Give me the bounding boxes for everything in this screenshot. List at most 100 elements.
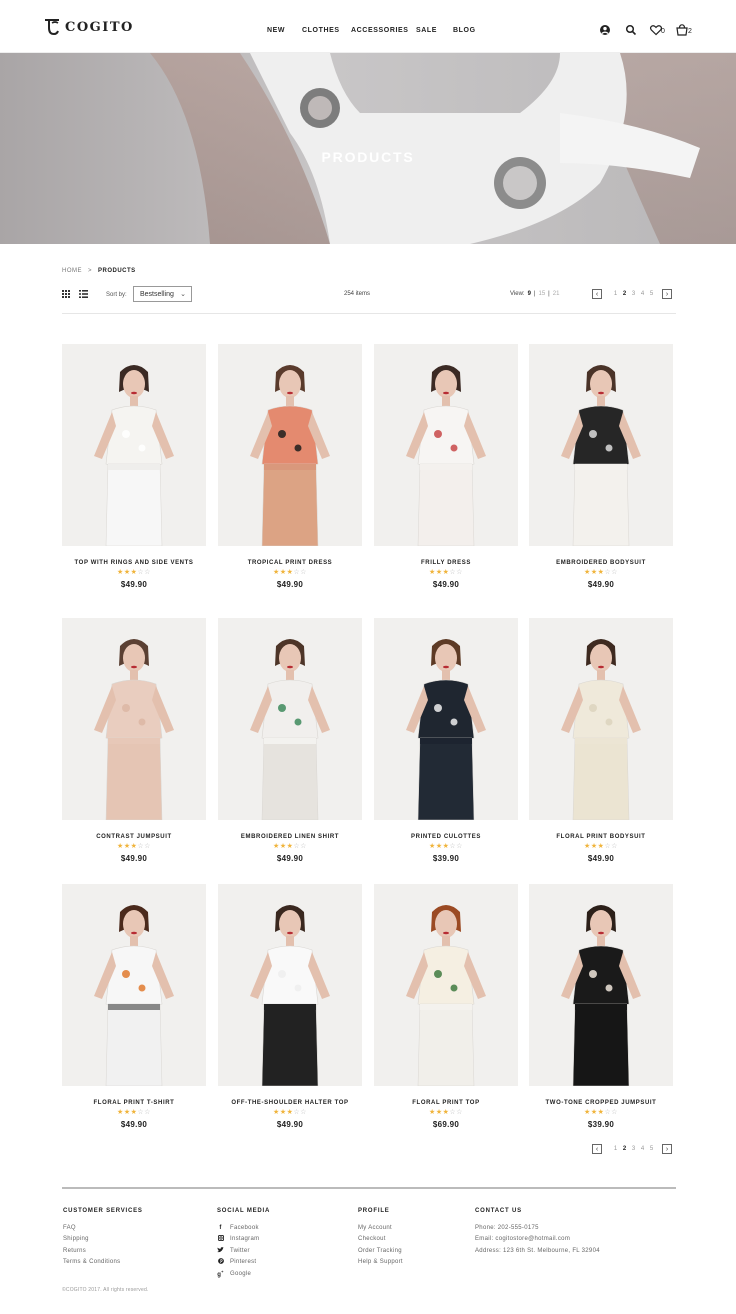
- breadcrumb-separator: >: [88, 268, 93, 274]
- sort-value: Bestselling: [140, 291, 174, 298]
- product-card[interactable]: OFF-THE-SHOULDER HALTER TOP ★★★☆☆ $49.90: [218, 884, 362, 1129]
- breadcrumb-home[interactable]: HOME: [62, 268, 82, 274]
- product-card[interactable]: FLORAL PRINT T-SHIRT ★★★☆☆ $49.90: [62, 884, 206, 1129]
- contact-email[interactable]: Email: cogitostore@hotmail.com: [475, 1234, 600, 1246]
- product-name[interactable]: TWO-TONE CROPPED JUMPSUIT: [529, 1100, 673, 1106]
- product-card[interactable]: CONTRAST JUMPSUIT ★★★☆☆ $49.90: [62, 618, 206, 863]
- nav-item-new[interactable]: NEW: [267, 27, 285, 34]
- footer-link-instagram[interactable]: Instagram: [217, 1234, 270, 1246]
- page-3[interactable]: 3: [629, 291, 638, 297]
- page-5[interactable]: 5: [647, 1146, 656, 1152]
- page-5[interactable]: 5: [647, 291, 656, 297]
- product-card[interactable]: TWO-TONE CROPPED JUMPSUIT ★★★☆☆ $39.90: [529, 884, 673, 1129]
- product-card[interactable]: TOP WITH RINGS AND SIDE VENTS ★★★☆☆ $49.90: [62, 344, 206, 589]
- nav-item-blog[interactable]: BLOG: [453, 27, 476, 34]
- product-image[interactable]: [218, 884, 362, 1086]
- grid-view-icon[interactable]: [62, 290, 70, 298]
- logo[interactable]: COGITO: [44, 18, 134, 36]
- account-icon[interactable]: [598, 23, 612, 37]
- product-name[interactable]: FRILLY DRESS: [374, 560, 518, 566]
- product-name[interactable]: EMBROIDERED LINEN SHIRT: [218, 834, 362, 840]
- product-card[interactable]: PRINTED CULOTTES ★★★☆☆ $39.90: [374, 618, 518, 863]
- product-rating: ★★★☆☆: [529, 843, 673, 851]
- footer-link-checkout[interactable]: Checkout: [358, 1234, 403, 1246]
- product-image[interactable]: [218, 618, 362, 820]
- next-page-button[interactable]: ›: [662, 289, 672, 299]
- product-rating: ★★★☆☆: [218, 569, 362, 577]
- page-1[interactable]: 1: [611, 291, 620, 297]
- page-2[interactable]: 2: [620, 1146, 629, 1152]
- footer-link-label: Facebook: [230, 1224, 259, 1231]
- search-icon[interactable]: [624, 23, 638, 37]
- page-4[interactable]: 4: [638, 291, 647, 297]
- footer-link-returns[interactable]: Returns: [63, 1245, 143, 1257]
- product-card[interactable]: FLORAL PRINT BODYSUIT ★★★☆☆ $49.90: [529, 618, 673, 863]
- product-card[interactable]: FLORAL PRINT TOP ★★★☆☆ $69.90: [374, 884, 518, 1129]
- view-option-9[interactable]: 9: [528, 291, 531, 297]
- footer-link-terms[interactable]: Terms & Conditions: [63, 1257, 143, 1269]
- product-name[interactable]: FLORAL PRINT BODYSUIT: [529, 834, 673, 840]
- list-view-icon[interactable]: [79, 290, 88, 298]
- view-option-21[interactable]: 21: [553, 291, 560, 297]
- cart-bag-icon[interactable]: [675, 23, 689, 37]
- product-name[interactable]: FLORAL PRINT TOP: [374, 1100, 518, 1106]
- product-card[interactable]: EMBROIDERED LINEN SHIRT ★★★☆☆ $49.90: [218, 618, 362, 863]
- product-card[interactable]: TROPICAL PRINT DRESS ★★★☆☆ $49.90: [218, 344, 362, 589]
- footer-link-help-support[interactable]: Help & Support: [358, 1257, 403, 1269]
- star-filled-icon: ★: [123, 843, 131, 850]
- product-image[interactable]: [218, 344, 362, 546]
- footer-link-twitter[interactable]: Twitter: [217, 1245, 270, 1257]
- prev-page-button[interactable]: ‹: [592, 289, 602, 299]
- product-image[interactable]: [62, 618, 206, 820]
- footer-link-faq[interactable]: FAQ: [63, 1222, 143, 1234]
- star-filled-icon: ★: [584, 843, 591, 850]
- product-image[interactable]: [529, 884, 673, 1086]
- product-image[interactable]: [62, 344, 206, 546]
- footer-link-facebook[interactable]: f Facebook: [217, 1222, 270, 1234]
- page-4[interactable]: 4: [638, 1146, 647, 1152]
- footer-link-pinterest[interactable]: Pinterest: [217, 1257, 270, 1269]
- product-name[interactable]: CONTRAST JUMPSUIT: [62, 834, 206, 840]
- product-image[interactable]: [62, 884, 206, 1086]
- product-name[interactable]: EMBROIDERED BODYSUIT: [529, 560, 673, 566]
- product-image[interactable]: [374, 344, 518, 546]
- footer-link-google[interactable]: g+ Google: [217, 1268, 270, 1280]
- page-3[interactable]: 3: [629, 1146, 638, 1152]
- nav-item-clothes[interactable]: CLOTHES: [302, 27, 340, 34]
- product-rating: ★★★☆☆: [62, 569, 206, 577]
- prev-page-button[interactable]: ‹: [592, 1144, 602, 1154]
- footer-heading: PROFILE: [358, 1208, 390, 1214]
- items-per-page: View: 9 | 15 | 21: [510, 291, 559, 297]
- product-price: $49.90: [120, 854, 148, 863]
- product-name[interactable]: TOP WITH RINGS AND SIDE VENTS: [62, 560, 206, 566]
- next-page-button[interactable]: ›: [662, 1144, 672, 1154]
- view-option-15[interactable]: 15: [538, 291, 545, 297]
- product-name[interactable]: TROPICAL PRINT DRESS: [218, 560, 362, 566]
- star-filled-icon: ★: [590, 843, 598, 850]
- product-name[interactable]: OFF-THE-SHOULDER HALTER TOP: [218, 1100, 362, 1106]
- product-card[interactable]: EMBROIDERED BODYSUIT ★★★☆☆ $49.90: [529, 344, 673, 589]
- product-name[interactable]: PRINTED CULOTTES: [374, 834, 518, 840]
- footer-link-order-tracking[interactable]: Order Tracking: [358, 1245, 403, 1257]
- footer-link-my-account[interactable]: My Account: [358, 1222, 403, 1234]
- nav-item-sale[interactable]: SALE: [416, 27, 437, 34]
- star-filled-icon: ★: [273, 843, 280, 850]
- items-count: 254 items: [344, 291, 371, 297]
- page-1[interactable]: 1: [611, 1146, 620, 1152]
- star-filled-icon: ★: [123, 569, 131, 576]
- sort-dropdown[interactable]: Bestselling ⌄: [133, 286, 192, 302]
- product-image[interactable]: [374, 884, 518, 1086]
- product-card[interactable]: FRILLY DRESS ★★★☆☆ $49.90: [374, 344, 518, 589]
- footer-link-label: Instagram: [230, 1236, 260, 1243]
- breadcrumb-current: PRODUCTS: [98, 268, 136, 274]
- footer-link-shipping[interactable]: Shipping: [63, 1234, 143, 1246]
- product-image[interactable]: [374, 618, 518, 820]
- product-image[interactable]: [529, 344, 673, 546]
- star-empty-icon: ☆: [611, 569, 618, 576]
- wishlist-count: 0: [661, 28, 665, 35]
- product-image[interactable]: [529, 618, 673, 820]
- product-name[interactable]: FLORAL PRINT T-SHIRT: [62, 1100, 206, 1106]
- star-empty-icon: ☆: [611, 843, 618, 850]
- page-2[interactable]: 2: [620, 291, 629, 297]
- nav-item-accessories[interactable]: ACCESSORIES: [351, 27, 409, 34]
